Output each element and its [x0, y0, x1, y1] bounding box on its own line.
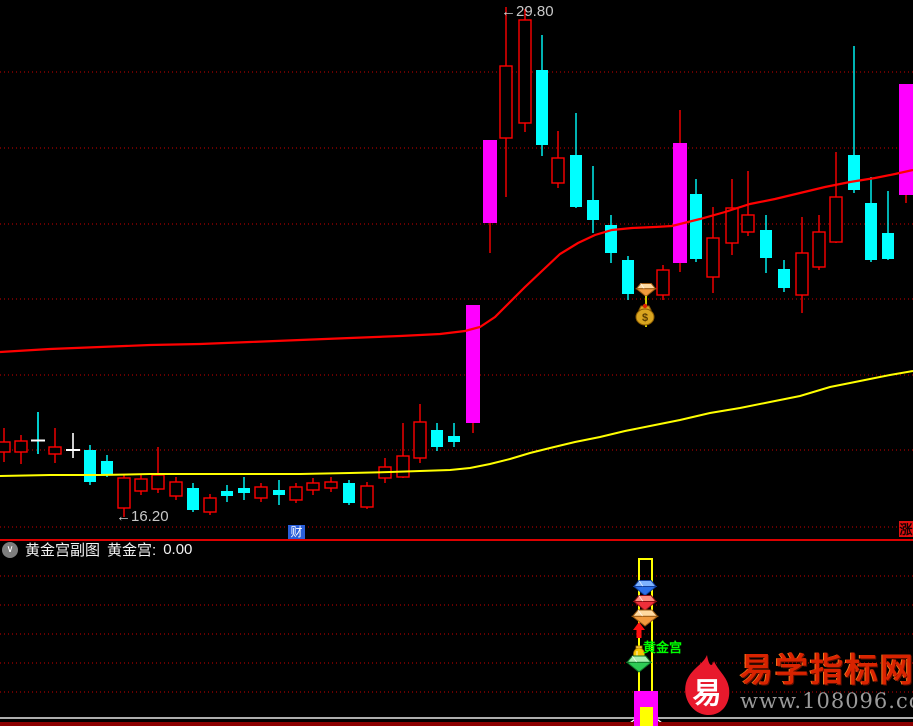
sub-signal-yellow-block	[640, 707, 653, 726]
candle[interactable]	[778, 260, 790, 292]
ma-line-yellow	[0, 371, 913, 476]
gold-diamond-icon	[637, 284, 656, 297]
candle[interactable]	[587, 166, 599, 233]
candle[interactable]	[848, 46, 860, 193]
bottom-rule	[0, 722, 913, 726]
candle[interactable]	[221, 485, 233, 502]
flame-logo-icon: 易	[676, 652, 736, 718]
ma-line-red	[0, 170, 913, 352]
candle[interactable]	[536, 35, 548, 156]
candle[interactable]	[431, 423, 443, 451]
sub-panel-title: 黄金宫副图	[25, 539, 100, 560]
candle[interactable]	[483, 140, 497, 253]
logo-character: 易	[692, 678, 721, 710]
watermark: 易 易学指标网 www.108096.com	[676, 652, 913, 718]
candle[interactable]	[15, 435, 27, 464]
candle[interactable]	[760, 215, 772, 273]
candle[interactable]	[135, 474, 147, 495]
candle[interactable]	[325, 477, 337, 492]
candle[interactable]	[552, 131, 564, 188]
indicator-value: 0.00	[163, 541, 192, 558]
candle[interactable]	[414, 404, 426, 463]
axis-marker-badge: 财	[288, 525, 305, 539]
candlestick-chart[interactable]: $	[0, 0, 913, 726]
candle[interactable]	[622, 256, 634, 300]
candle[interactable]	[49, 428, 61, 463]
candle[interactable]	[84, 445, 96, 485]
candle[interactable]	[500, 7, 512, 197]
candle[interactable]	[0, 428, 10, 462]
candle[interactable]	[187, 483, 199, 512]
low-price-callout: ←16.20	[116, 508, 169, 525]
collapse-chevron-icon[interactable]	[2, 542, 18, 558]
candle[interactable]	[31, 412, 45, 454]
app-window: $ ←29.80 ←16.20 财 涨 黄金宫副图 黄金宫: 0.00 黄金宫 …	[0, 0, 913, 726]
candle[interactable]	[605, 215, 617, 263]
candle[interactable]	[865, 177, 877, 262]
candle[interactable]	[379, 458, 391, 483]
candle[interactable]	[707, 207, 719, 293]
candle[interactable]	[882, 191, 894, 260]
sub-indicator-header[interactable]: 黄金宫副图 黄金宫: 0.00	[2, 541, 192, 558]
candle[interactable]	[813, 215, 825, 270]
candle[interactable]	[290, 483, 302, 503]
svg-text:$: $	[642, 312, 648, 324]
watermark-site-url: www.108096.com	[740, 690, 913, 713]
high-price-callout: ←29.80	[501, 3, 554, 20]
candle[interactable]	[170, 477, 182, 500]
money-bag-icon: $	[636, 304, 654, 325]
candle[interactable]	[448, 423, 460, 447]
candle[interactable]	[238, 477, 250, 500]
candle[interactable]	[796, 217, 808, 313]
indicator-name-label: 黄金宫:	[107, 539, 156, 560]
candle[interactable]	[307, 478, 319, 495]
candle[interactable]	[570, 113, 582, 208]
candle[interactable]	[397, 423, 409, 478]
green-diamond-icon	[627, 656, 651, 672]
watermark-site-name: 易学指标网	[740, 652, 913, 688]
candle[interactable]	[361, 482, 373, 509]
candle[interactable]	[726, 179, 738, 255]
candle[interactable]	[343, 480, 355, 505]
candle[interactable]	[519, 9, 531, 132]
candle[interactable]	[657, 265, 669, 300]
candle[interactable]	[466, 305, 480, 433]
candle[interactable]	[273, 480, 285, 505]
candle[interactable]	[830, 152, 842, 243]
candle[interactable]	[66, 433, 80, 458]
right-edge-badge: 涨	[899, 521, 913, 537]
orange-diamond-icon	[633, 610, 658, 626]
candle[interactable]	[152, 447, 164, 493]
candle[interactable]	[101, 455, 113, 477]
candle[interactable]	[899, 84, 913, 203]
candle[interactable]	[673, 110, 687, 272]
candle[interactable]	[255, 483, 267, 502]
candle[interactable]	[204, 494, 216, 515]
